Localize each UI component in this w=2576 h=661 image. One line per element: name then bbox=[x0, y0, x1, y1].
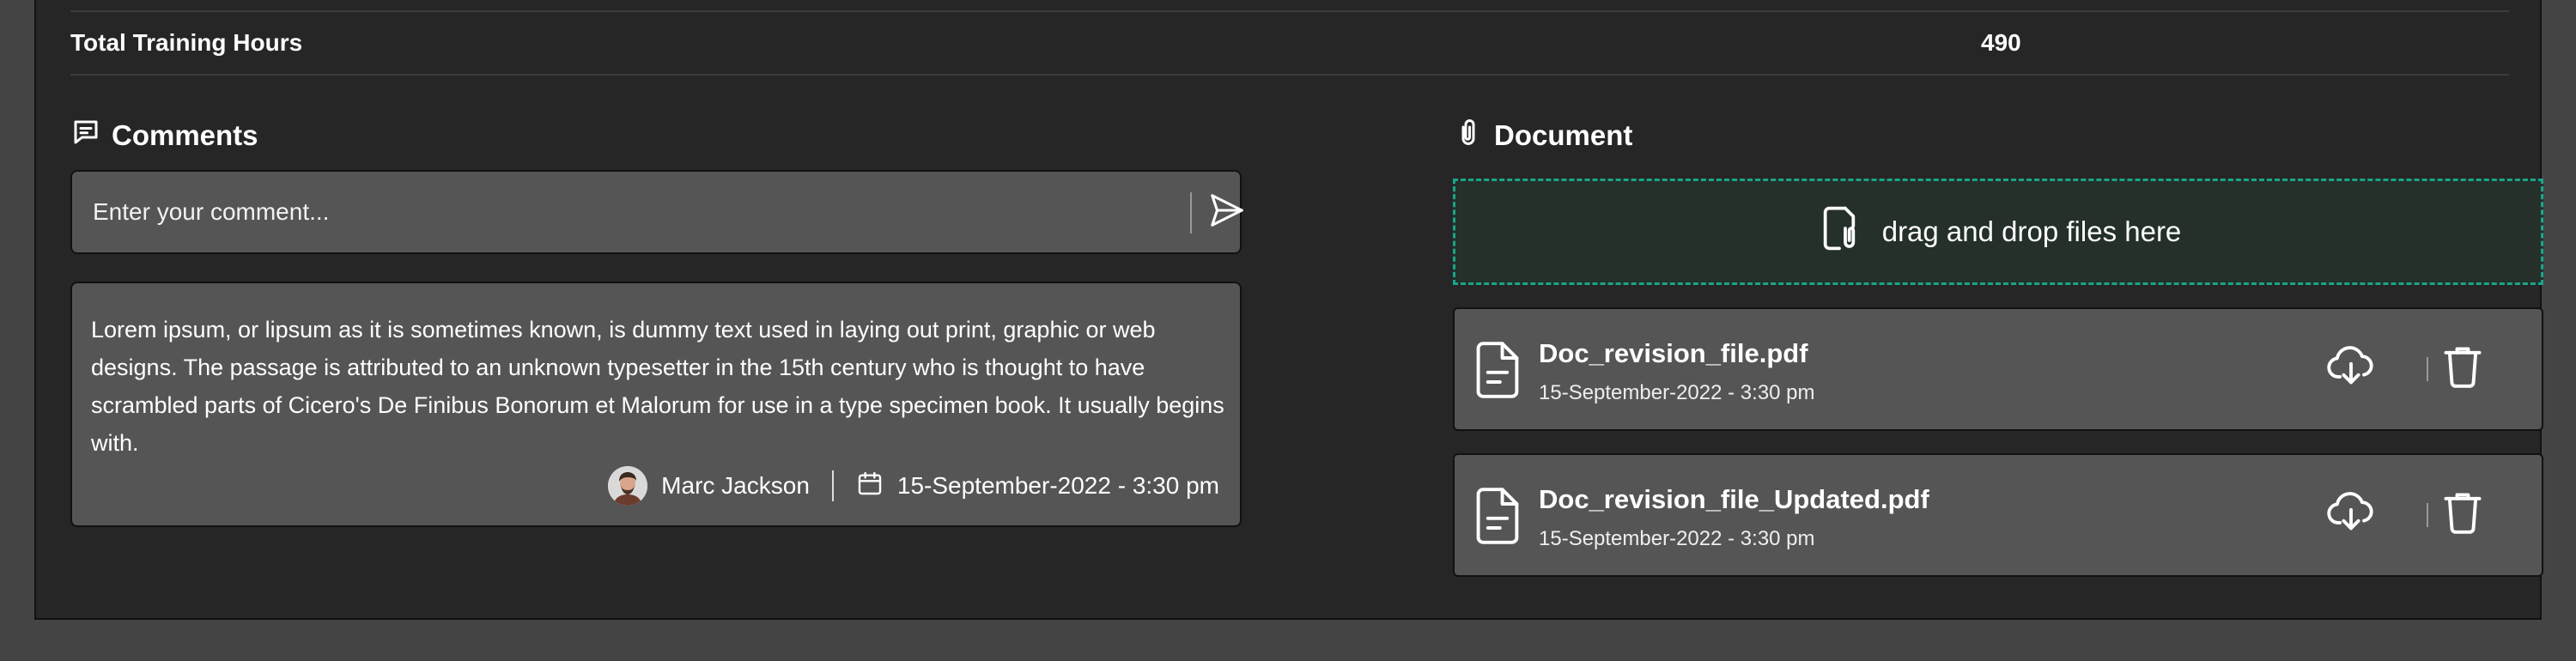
file-item: Doc_revision_file.pdf 15-September-2022 … bbox=[1453, 307, 2543, 431]
document-icon bbox=[1473, 486, 1522, 546]
comment-card: Lorem ipsum, or lipsum as it is sometime… bbox=[70, 282, 1242, 527]
comment-input[interactable] bbox=[93, 172, 1166, 252]
document-heading: Document bbox=[1453, 117, 1632, 155]
avatar bbox=[608, 466, 648, 506]
send-comment-button[interactable] bbox=[1206, 191, 1249, 233]
comment-input-box bbox=[70, 170, 1243, 254]
summary-value: 490 bbox=[1981, 29, 2021, 56]
comment-text: Lorem ipsum, or lipsum as it is sometime… bbox=[91, 317, 1224, 456]
comments-title: Comments bbox=[112, 119, 258, 151]
file-date: 15-September-2022 - 3:30 pm bbox=[1539, 381, 1815, 404]
cloud-download-icon bbox=[2327, 343, 2375, 392]
file-name: Doc_revision_file.pdf bbox=[1539, 338, 1808, 368]
comment-meta: Marc Jackson 15-September-2022 - 3:30 pm bbox=[608, 465, 1219, 506]
comments-heading: Comments bbox=[70, 117, 258, 155]
send-icon bbox=[1207, 191, 1247, 234]
file-attach-icon bbox=[1815, 202, 1863, 262]
dropzone-label: drag and drop files here bbox=[1881, 215, 2182, 247]
trash-icon bbox=[2442, 343, 2483, 392]
comment-date: 15-September-2022 - 3:30 pm bbox=[896, 472, 1219, 499]
comment-input-divider bbox=[1190, 192, 1192, 233]
paperclip-icon bbox=[1453, 117, 1484, 155]
document-title: Document bbox=[1494, 119, 1633, 151]
file-date: 15-September-2022 - 3:30 pm bbox=[1539, 527, 1815, 550]
comment-author: Marc Jackson bbox=[661, 472, 810, 499]
file-name: Doc_revision_file_Updated.pdf bbox=[1539, 484, 1929, 514]
comment-icon bbox=[70, 117, 101, 155]
trash-icon bbox=[2442, 489, 2483, 538]
file-item: Doc_revision_file_Updated.pdf 15-Septemb… bbox=[1453, 453, 2543, 577]
total-training-hours-row: Total Training Hours 490 bbox=[70, 10, 2509, 76]
document-icon bbox=[1473, 340, 1522, 400]
calendar-icon bbox=[856, 470, 884, 503]
file-dropzone[interactable]: drag and drop files here bbox=[1453, 179, 2543, 285]
delete-button[interactable] bbox=[2437, 488, 2488, 539]
cloud-download-icon bbox=[2327, 489, 2375, 538]
file-action-divider bbox=[2427, 503, 2428, 527]
delete-button[interactable] bbox=[2437, 342, 2488, 393]
summary-label: Total Training Hours bbox=[70, 29, 303, 56]
download-button[interactable] bbox=[2325, 488, 2377, 539]
meta-divider bbox=[831, 470, 834, 501]
file-action-divider bbox=[2427, 357, 2428, 381]
main-panel: Total Training Hours 490 Comments Lorem bbox=[34, 0, 2543, 620]
download-button[interactable] bbox=[2325, 342, 2377, 393]
